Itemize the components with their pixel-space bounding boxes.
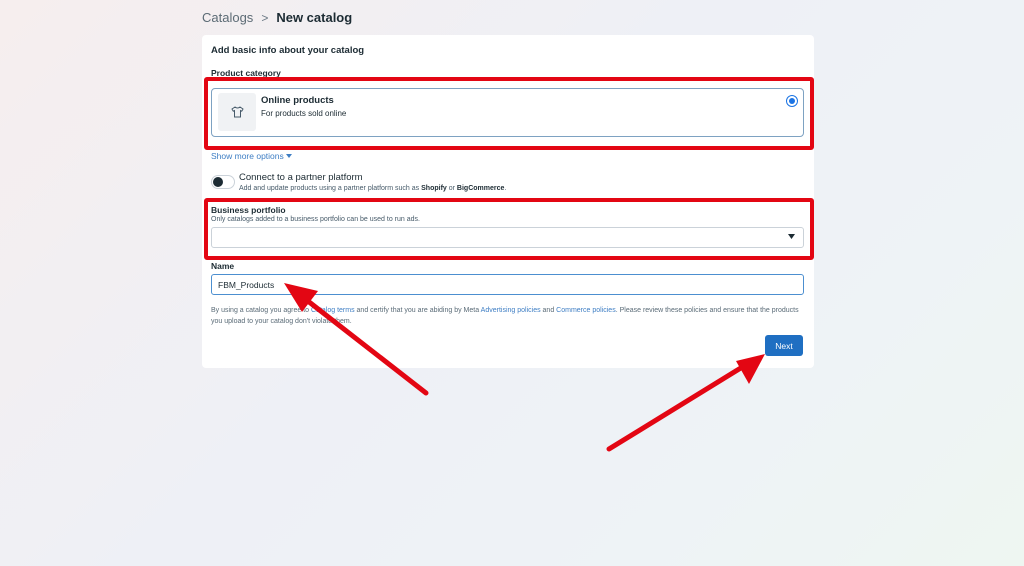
partner-platform-toggle[interactable]	[211, 175, 235, 189]
partner-desc-prefix: Add and update products using a partner …	[239, 185, 422, 192]
page-title: New catalog	[276, 10, 353, 25]
bigcommerce-text: BigCommerce	[456, 185, 505, 192]
breadcrumb-separator: >	[261, 10, 269, 25]
partner-platform-description: Add and update products using a partner …	[239, 185, 506, 192]
new-catalog-form: Add basic info about your catalog Produc…	[202, 35, 814, 368]
section-title: Add basic info about your catalog	[211, 45, 365, 56]
business-portfolio-helper: Only catalogs added to a business portfo…	[211, 216, 420, 223]
partner-conjunction: or	[446, 185, 457, 192]
show-more-options-link[interactable]: Show more options	[211, 151, 292, 161]
terms-part-1: By using a catalog you agree to	[211, 307, 312, 314]
catalog-name-input[interactable]	[211, 274, 804, 295]
business-portfolio-label: Business portfolio	[211, 205, 286, 215]
breadcrumb: Catalogs > New catalog	[202, 10, 352, 25]
business-portfolio-select[interactable]	[211, 227, 804, 248]
terms-text: By using a catalog you agree to Catalog …	[211, 305, 801, 327]
online-products-radio[interactable]	[786, 95, 798, 107]
shopify-text: Shopify	[421, 185, 447, 192]
terms-part-3: and	[540, 307, 557, 314]
toggle-knob	[213, 177, 223, 187]
name-label: Name	[211, 261, 235, 271]
tshirt-icon	[218, 93, 256, 131]
caret-down-icon	[788, 234, 795, 239]
partner-platform-title: Connect to a partner platform	[239, 172, 363, 183]
advertising-policies-link[interactable]: Advertising policies	[481, 307, 541, 314]
option-description: For products sold online	[261, 109, 347, 118]
next-button[interactable]: Next	[765, 335, 803, 356]
show-more-label: Show more options	[211, 151, 284, 161]
partner-suffix: .	[504, 185, 507, 192]
catalog-terms-link[interactable]: Catalog terms	[311, 307, 355, 314]
commerce-policies-link[interactable]: Commerce policies	[556, 307, 616, 314]
caret-down-icon	[285, 154, 292, 158]
terms-part-2: and certify that you are abiding by Meta	[354, 307, 481, 314]
online-products-option[interactable]: Online products For products sold online	[211, 88, 804, 137]
breadcrumb-catalogs[interactable]: Catalogs	[202, 10, 253, 25]
option-title: Online products	[261, 95, 334, 106]
product-category-label: Product category	[211, 68, 281, 78]
arrow-to-next	[606, 363, 747, 452]
